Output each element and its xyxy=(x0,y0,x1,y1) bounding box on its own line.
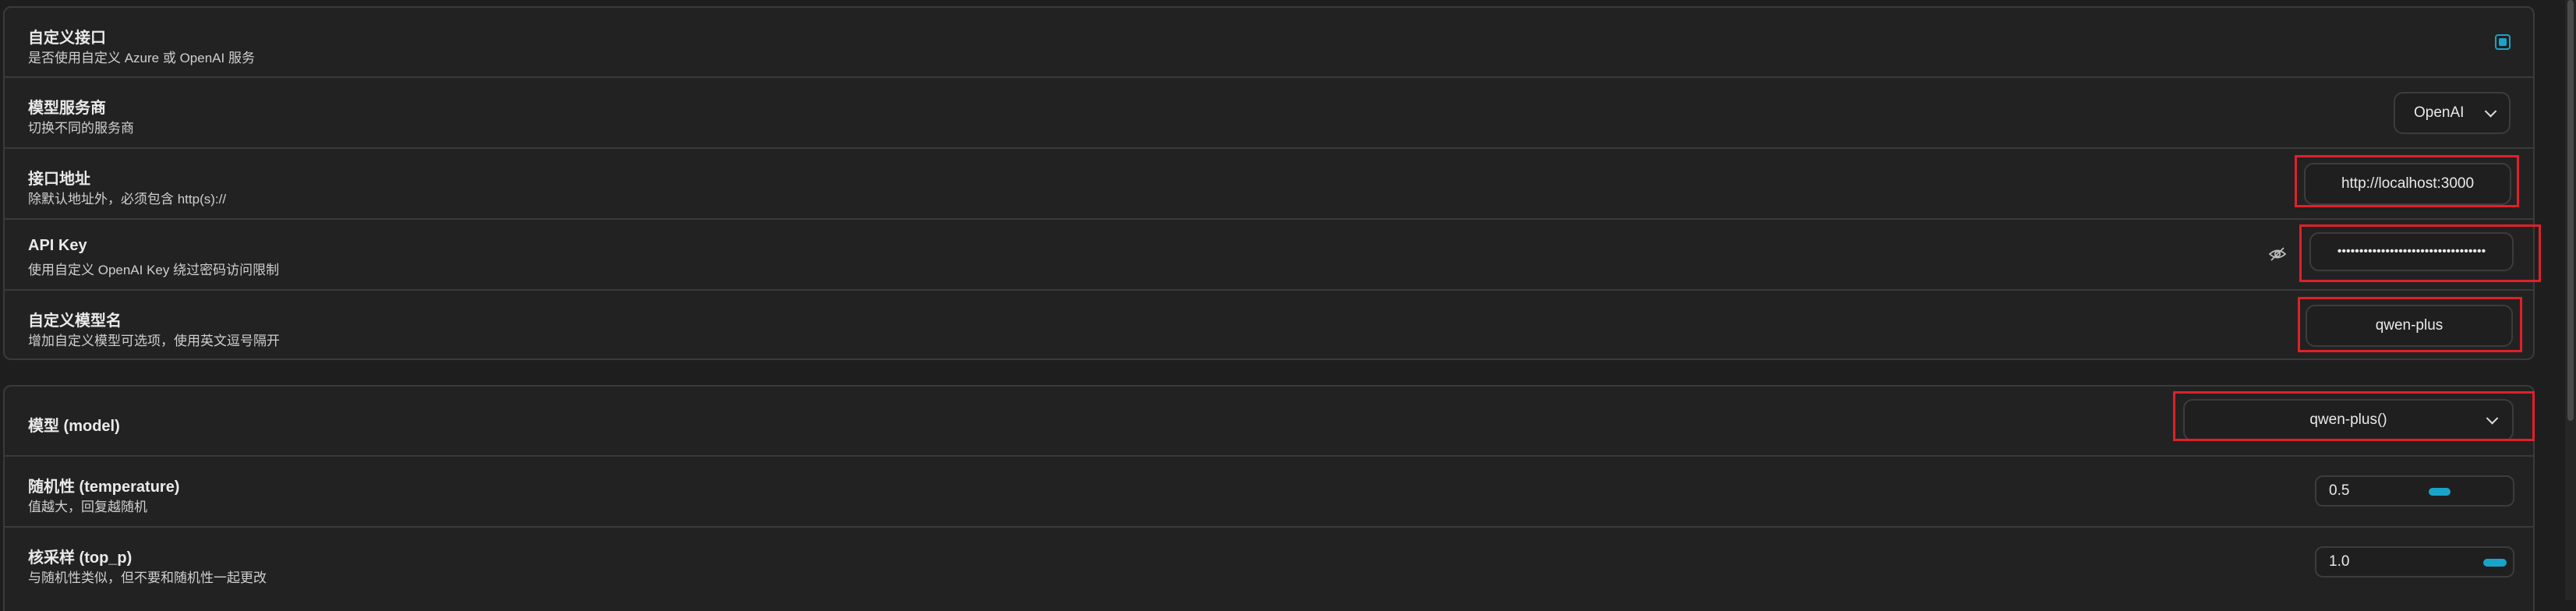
row-api-key: API Key 使用自定义 OpenAI Key 绕过密码访问限制 ••••••… xyxy=(5,220,2541,291)
model-value: qwen-plus() xyxy=(2309,411,2387,428)
api-key-subtitle: 使用自定义 OpenAI Key 绕过密码访问限制 xyxy=(28,263,280,277)
custom-model-name-subtitle: 增加自定义模型可选项，使用英文逗号隔开 xyxy=(28,334,280,348)
custom-endpoint-subtitle: 是否使用自定义 Azure 或 OpenAI 服务 xyxy=(28,51,255,65)
model-title: 模型 (model) xyxy=(28,418,120,435)
checkbox-check-icon xyxy=(2499,38,2507,46)
row-custom-endpoint: 自定义接口 是否使用自定义 Azure 或 OpenAI 服务 xyxy=(5,8,2533,78)
scrollbar-thumb[interactable] xyxy=(2567,0,2574,421)
temperature-value: 0.5 xyxy=(2329,482,2350,499)
custom-model-name-input[interactable]: qwen-plus xyxy=(2306,305,2513,347)
top-p-slider-thumb[interactable] xyxy=(2483,559,2507,567)
custom-endpoint-title: 自定义接口 xyxy=(28,30,106,47)
temperature-slider[interactable]: 0.5 xyxy=(2315,475,2514,507)
row-model-provider: 模型服务商 切换不同的服务商 OpenAI xyxy=(5,78,2533,149)
endpoint-url-subtitle: 除默认地址外，必须包含 http(s):// xyxy=(28,192,227,207)
row-custom-model-name: 自定义模型名 增加自定义模型可选项，使用英文逗号隔开 qwen-plus xyxy=(5,291,2533,358)
temperature-title: 随机性 (temperature) xyxy=(28,479,180,496)
api-key-input[interactable]: •••••••••••••••••••••••••••••••••• xyxy=(2309,232,2514,271)
model-provider-value: OpenAI xyxy=(2414,104,2465,121)
model-provider-subtitle: 切换不同的服务商 xyxy=(28,121,134,136)
api-key-title: API Key xyxy=(28,237,87,254)
top-p-value: 1.0 xyxy=(2329,553,2350,570)
temperature-subtitle: 值越大，回复越随机 xyxy=(28,500,147,514)
temperature-slider-thumb[interactable] xyxy=(2429,488,2451,496)
custom-endpoint-card: 自定义接口 是否使用自定义 Azure 或 OpenAI 服务 模型服务商 切换… xyxy=(3,6,2541,360)
chevron-down-icon xyxy=(2484,105,2497,118)
eye-icon[interactable] xyxy=(2268,246,2287,262)
endpoint-url-value: http://localhost:3000 xyxy=(2341,175,2475,192)
custom-endpoint-checkbox[interactable] xyxy=(2495,34,2511,50)
model-select[interactable]: qwen-plus() xyxy=(2183,399,2514,441)
top-p-title: 核采样 (top_p) xyxy=(28,549,133,567)
endpoint-url-title: 接口地址 xyxy=(28,171,90,188)
row-temperature: 随机性 (temperature) 值越大，回复越随机 0.5 xyxy=(5,457,2533,528)
api-key-value: •••••••••••••••••••••••••••••••••• xyxy=(2337,245,2486,258)
model-provider-title: 模型服务商 xyxy=(28,100,106,117)
row-endpoint-url: 接口地址 除默认地址外，必须包含 http(s):// http://local… xyxy=(5,149,2533,220)
custom-model-name-title: 自定义模型名 xyxy=(28,313,122,330)
endpoint-url-input[interactable]: http://localhost:3000 xyxy=(2304,163,2511,205)
scrollbar[interactable] xyxy=(2565,0,2576,600)
row-top-p: 核采样 (top_p) 与随机性类似，但不要和随机性一起更改 1.0 xyxy=(5,528,2533,599)
model-settings-card: 模型 (model) qwen-plus() 随机性 (temperature)… xyxy=(3,385,2535,611)
model-provider-select[interactable]: OpenAI xyxy=(2394,92,2511,134)
top-p-subtitle: 与随机性类似，但不要和随机性一起更改 xyxy=(28,570,267,585)
row-model: 模型 (model) qwen-plus() xyxy=(5,387,2535,457)
chevron-down-icon xyxy=(2486,412,2499,425)
custom-model-name-value: qwen-plus xyxy=(2375,317,2443,334)
top-p-slider[interactable]: 1.0 xyxy=(2315,546,2514,577)
